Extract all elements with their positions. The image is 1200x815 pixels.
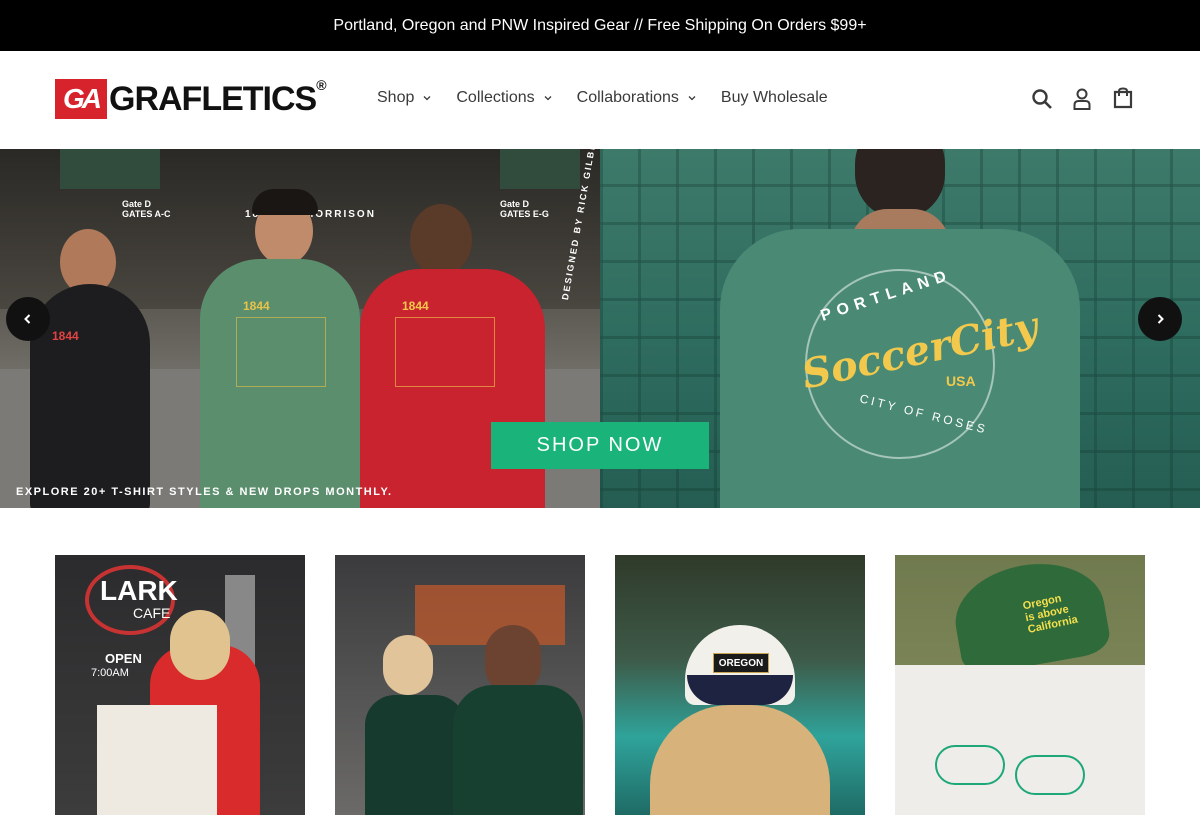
product-card[interactable]: Oregon is above California: [895, 555, 1145, 815]
chevron-right-icon: [1157, 314, 1164, 324]
search-icon[interactable]: [1031, 87, 1053, 111]
shirt-graphic-map: [395, 317, 495, 387]
shirt-graphic-text: 1844: [52, 329, 79, 343]
shirt-graphic-duck: [1015, 755, 1085, 795]
hours-sign-text: 7:00AM: [91, 667, 129, 679]
person-green-shirt: [365, 695, 465, 815]
logo[interactable]: GA GRAFLETICS ®: [55, 77, 327, 119]
product-card[interactable]: [335, 555, 585, 815]
person-green-shirt: [453, 685, 583, 815]
product-grid: LARK CAFE OPEN 7:00AM OREGON Oregon is a…: [55, 555, 1145, 815]
person-head: [410, 204, 472, 276]
person-hair: [650, 705, 830, 815]
stadium-banner: [60, 149, 160, 189]
cap-brim: [687, 675, 793, 705]
nav-buy-wholesale[interactable]: Buy Wholesale: [721, 89, 828, 107]
slideshow-next-button[interactable]: [1138, 297, 1182, 341]
gate-sign-left: Gate D GATES A-C: [122, 199, 171, 219]
shirt-graphic-map: [236, 317, 326, 387]
chevron-down-icon: [544, 96, 552, 101]
cafe-sign-text: LARK: [100, 575, 178, 606]
registered-mark: ®: [316, 77, 327, 93]
nav-collaborations[interactable]: Collaborations: [577, 89, 697, 107]
nav-collections[interactable]: Collections: [456, 89, 552, 107]
stadium-banner: [500, 149, 580, 189]
product-card[interactable]: OREGON: [615, 555, 865, 815]
chevron-down-icon: [688, 96, 696, 101]
shop-now-button[interactable]: SHOP NOW: [491, 422, 709, 469]
cap-patch: OREGON: [713, 653, 769, 673]
slideshow-prev-button[interactable]: [6, 297, 50, 341]
logo-mark: GA: [55, 79, 107, 119]
open-sign-text: OPEN: [105, 651, 142, 666]
tote-bag: [97, 705, 217, 815]
cart-icon[interactable]: [1113, 87, 1135, 111]
shirt-graphic-duck: [935, 745, 1005, 785]
main-nav: Shop Collections Collaborations Buy Whol…: [377, 89, 852, 107]
person-hair: [383, 635, 433, 695]
cafe-sign-subtext: CAFE: [133, 605, 171, 621]
chevron-down-icon: [423, 96, 431, 101]
hair: [252, 189, 318, 215]
account-icon[interactable]: [1072, 87, 1094, 111]
hero-caption: EXPLORE 20+ T-SHIRT STYLES & NEW DROPS M…: [16, 486, 393, 498]
nav-shop[interactable]: Shop: [377, 89, 432, 107]
announcement-bar: Portland, Oregon and PNW Inspired Gear /…: [0, 0, 1200, 51]
hero-slideshow: Gate DGATES A-C Gate DGATES E-G 1844 SW …: [0, 149, 1200, 508]
shirt-graphic-text: 1844: [402, 299, 429, 313]
shirt-text-usa: USA: [946, 373, 976, 389]
gate-sign-right: Gate D GATES E-G: [500, 199, 549, 219]
person-red-shirt: [360, 269, 545, 508]
chevron-left-icon: [24, 314, 31, 324]
product-card[interactable]: LARK CAFE OPEN 7:00AM: [55, 555, 305, 815]
white-tshirt: [895, 665, 1145, 815]
person-hair: [170, 610, 230, 680]
announcement-text: Portland, Oregon and PNW Inspired Gear /…: [333, 16, 867, 34]
site-header: GA GRAFLETICS ® Shop Collections Collabo…: [0, 51, 1200, 149]
shirt-graphic-text: 1844: [243, 299, 270, 313]
logo-wordmark: GRAFLETICS: [109, 80, 317, 118]
